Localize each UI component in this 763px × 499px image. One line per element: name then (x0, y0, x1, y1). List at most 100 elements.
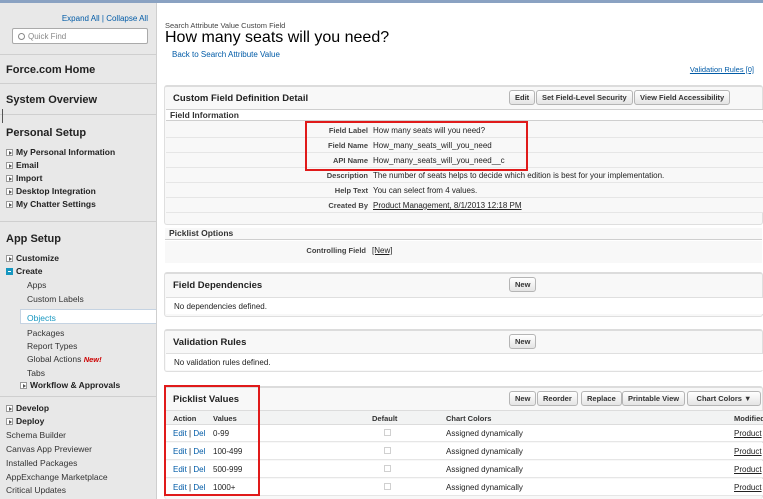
expand-icon[interactable] (6, 149, 13, 156)
set-field-level-security-button[interactable]: Set Field-Level Security (536, 90, 633, 105)
field-row: Help Text You can select from 4 values. (166, 183, 763, 198)
column-header-chart-colors: Chart Colors (446, 414, 492, 423)
personal-setup-heading: Personal Setup (6, 127, 87, 139)
sidebar-item-schema-builder[interactable]: Schema Builder (6, 430, 66, 440)
sidebar-item-create[interactable]: Create (6, 266, 42, 276)
expand-icon[interactable] (6, 405, 13, 412)
sidebar-item-personal-info-label: My Personal Information (16, 147, 116, 157)
default-checkbox (384, 429, 391, 436)
chart-color: Assigned dynamically (446, 429, 523, 438)
sidebar-item-develop-label: Develop (16, 403, 50, 413)
force-home-link[interactable]: Force.com Home (6, 64, 95, 76)
divider (0, 83, 156, 84)
modified-by-link[interactable]: Product (734, 447, 762, 456)
empty-row: No dependencies defined. (166, 297, 763, 314)
field-value: The number of seats helps to decide whic… (373, 171, 665, 180)
expand-all-link[interactable]: Expand All (62, 14, 100, 23)
field-label: Help Text (334, 186, 368, 195)
default-checkbox (384, 483, 391, 490)
sidebar-item-desktop-integration-label: Desktop Integration (16, 186, 96, 196)
sidebar-item-deploy-label: Deploy (16, 416, 45, 426)
sidebar-item-workflow-label: Workflow & Approvals (30, 380, 121, 390)
modified-by-link[interactable]: Product (734, 483, 762, 492)
sidebar-item-installed-packages[interactable]: Installed Packages (6, 458, 77, 468)
expand-icon[interactable] (6, 201, 13, 208)
main-content: Search Attribute Value Custom Field How … (158, 3, 763, 499)
column-header-modified: Modified (734, 414, 763, 423)
expand-icon[interactable] (6, 188, 13, 195)
created-by-link[interactable]: Product Management, 8/1/2013 12:18 PM (373, 201, 522, 210)
divider (0, 221, 156, 222)
divider (0, 396, 156, 397)
sidebar-item-custom-labels[interactable]: Custom Labels (27, 294, 84, 304)
section-title: Custom Field Definition Detail (173, 93, 309, 104)
view-field-accessibility-button[interactable]: View Field Accessibility (634, 90, 731, 105)
sidebar-item-email-label: Email (16, 160, 39, 170)
sidebar-item-personal-info[interactable]: My Personal Information (6, 147, 115, 157)
sidebar-item-deploy[interactable]: Deploy (6, 416, 44, 426)
column-header-default: Default (372, 414, 398, 423)
sidebar-item-appexchange[interactable]: AppExchange Marketplace (6, 472, 108, 482)
new-badge: New! (83, 355, 102, 364)
sidebar-item-import[interactable]: Import (6, 173, 42, 183)
expand-icon[interactable] (20, 382, 27, 389)
modified-by-link[interactable]: Product (734, 465, 762, 474)
empty-text: No dependencies defined. (174, 302, 267, 311)
printable-view-button[interactable]: Printable View (622, 391, 686, 406)
app-setup-heading: App Setup (6, 233, 61, 245)
field-dependencies-section: Field Dependencies New No dependencies d… (164, 272, 763, 317)
sidebar-item-objects-label: Objects (27, 313, 56, 323)
expand-icon[interactable] (6, 255, 13, 262)
modified-by-link[interactable]: Product (734, 429, 762, 438)
sidebar-item-customize[interactable]: Customize (6, 253, 59, 263)
sidebar-item-create-label: Create (16, 266, 43, 276)
sidebar-item-apps[interactable]: Apps (27, 280, 46, 290)
sidebar-item-report-types[interactable]: Report Types (27, 341, 77, 351)
highlight-box (305, 121, 528, 171)
sidebar-item-objects[interactable]: Objects (20, 309, 156, 324)
sidebar-item-global-actions[interactable]: Global Actions New! (27, 354, 102, 364)
chart-colors-dropdown[interactable]: Chart Colors ▼ (687, 391, 761, 406)
system-overview-link[interactable]: System Overview (6, 94, 97, 106)
search-icon (18, 33, 25, 40)
sidebar-item-develop[interactable]: Develop (6, 403, 49, 413)
highlight-box (164, 385, 260, 496)
sidebar-item-customize-label: Customize (16, 253, 59, 263)
reorder-button[interactable]: Reorder (537, 391, 578, 406)
sidebar-item-chatter-settings-label: My Chatter Settings (16, 199, 96, 209)
sidebar-item-chatter-settings[interactable]: My Chatter Settings (6, 199, 96, 209)
field-information-title: Field Information (170, 110, 239, 120)
controlling-field-new-link[interactable]: [New] (372, 246, 392, 255)
sidebar-item-tabs[interactable]: Tabs (27, 368, 45, 378)
sidebar-item-workflow[interactable]: Workflow & Approvals (20, 380, 120, 390)
collapse-all-link[interactable]: Collapse All (106, 14, 148, 23)
field-label: Description (326, 171, 368, 180)
back-link[interactable]: Back to Search Attribute Value (172, 50, 280, 59)
empty-row: No validation rules defined. (166, 353, 763, 370)
field-label: Created By (328, 201, 368, 210)
controlling-field-label: Controlling Field (306, 246, 366, 255)
section-title: Field Dependencies (173, 280, 263, 291)
sidebar-item-desktop-integration[interactable]: Desktop Integration (6, 186, 96, 196)
divider (0, 54, 156, 55)
replace-button[interactable]: Replace (581, 391, 622, 406)
sidebar-item-critical-updates[interactable]: Critical Updates (6, 485, 66, 495)
new-validation-rule-button[interactable]: New (509, 334, 537, 349)
quick-find-input[interactable]: Quick Find (12, 28, 148, 44)
default-checkbox (384, 447, 391, 454)
collapse-icon[interactable] (6, 268, 13, 275)
new-dependency-button[interactable]: New (509, 277, 537, 292)
sidebar-item-canvas-app-previewer[interactable]: Canvas App Previewer (6, 444, 92, 454)
expand-icon[interactable] (6, 162, 13, 169)
edit-button[interactable]: Edit (509, 90, 536, 105)
sidebar-item-packages[interactable]: Packages (27, 328, 64, 338)
picklist-options-header: Picklist Options (165, 228, 762, 240)
validation-rules-link[interactable]: Validation Rules [0] (690, 65, 754, 74)
sidebar-item-email[interactable]: Email (6, 160, 39, 170)
expand-icon[interactable] (6, 175, 13, 182)
scroll-marker (2, 109, 3, 123)
new-value-button[interactable]: New (509, 391, 537, 406)
page-title: How many seats will you need? (165, 29, 390, 46)
expand-collapse-links: Expand All | Collapse All (62, 14, 148, 23)
expand-icon[interactable] (6, 418, 13, 425)
